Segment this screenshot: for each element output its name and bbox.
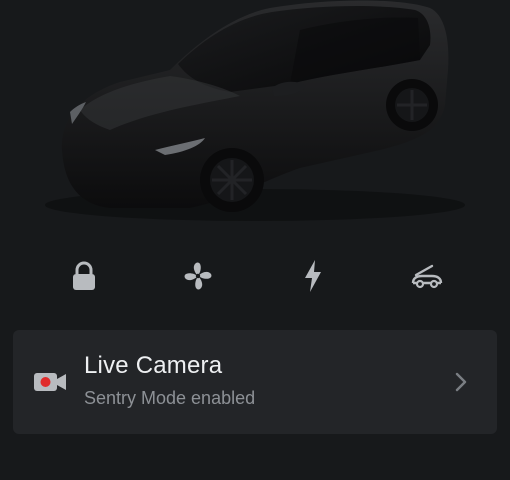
lock-icon [73,261,95,290]
car-illustration [45,0,465,221]
card-subtitle: Sentry Mode enabled [84,388,256,408]
charge-bolt-icon [305,260,321,292]
fan-icon [184,262,212,290]
quick-controls-bar [0,250,510,300]
card-title: Live Camera [84,352,223,379]
frunk-button[interactable] [405,254,449,298]
charge-button[interactable] [291,254,335,298]
record-dot-icon [40,377,51,387]
lock-button[interactable] [62,254,106,298]
vehicle-image [0,0,510,235]
frunk-icon [411,264,443,289]
chevron-right-icon [455,372,467,392]
live-camera-card[interactable]: Live Camera Sentry Mode enabled [13,330,497,434]
climate-button[interactable] [176,254,220,298]
camera-icon [34,373,66,391]
